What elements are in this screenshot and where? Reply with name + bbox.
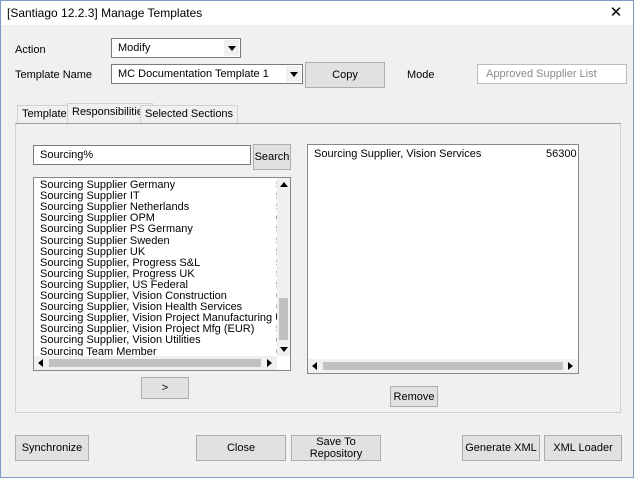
generate-xml-button[interactable]: Generate XML [462,435,540,461]
action-value: Modify [118,42,151,54]
mode-label: Mode [407,69,435,81]
available-list-item[interactable]: Sourcing Supplier, Vision Project Mfg (E… [40,323,285,335]
add-button[interactable]: > [141,377,189,399]
available-list-item[interactable]: Sourcing Supplier Netherlands5( [40,201,286,213]
available-list-item[interactable]: Sourcing Team Member6. [40,346,285,358]
template-name-dropdown[interactable]: MC Documentation Template 1 [111,64,303,84]
selected-list-item[interactable]: Sourcing Supplier, Vision Services 56300 [314,148,577,160]
template-name-label: Template Name [15,69,93,81]
window-title: [Santiago 12.2.3] Manage Templates [7,6,203,20]
scroll-left-icon[interactable] [34,356,47,369]
copy-button[interactable]: Copy [305,62,385,88]
available-list[interactable]: Sourcing Supplier Germany5(Sourcing Supp… [33,177,291,371]
search-input[interactable]: Sourcing% [33,145,251,165]
tab-template[interactable]: Template [17,105,72,124]
action-label: Action [15,44,46,56]
item-id: 56300 [546,148,577,160]
available-list-item[interactable]: Sourcing Supplier, Vision Health Service… [40,301,286,313]
synchronize-button[interactable]: Synchronize [15,435,89,461]
remove-button[interactable]: Remove [390,386,438,407]
mode-field: Approved Supplier List [477,64,627,84]
available-list-item[interactable]: Sourcing Supplier, Progress S&L5; [40,257,285,269]
selected-list-hscrollbar[interactable] [308,359,578,373]
scroll-up-icon[interactable] [277,178,290,191]
scroll-left-icon[interactable] [308,359,321,372]
item-name: Sourcing Supplier, Vision Services [314,148,482,160]
scroll-right-icon[interactable] [263,356,276,369]
available-list-item[interactable]: Sourcing Supplier, Vision Construction6( [40,290,286,302]
save-to-repository-button[interactable]: Save To Repository [291,435,381,461]
scroll-down-icon[interactable] [277,343,290,356]
dropdown-arrow-icon[interactable] [286,66,301,82]
available-list-item[interactable]: Sourcing Supplier PS Germany5: [40,223,285,235]
close-button[interactable]: Close [196,435,286,461]
dropdown-arrow-icon[interactable] [224,40,239,56]
available-list-item[interactable]: Sourcing Supplier UK5( [40,246,286,258]
mode-value: Approved Supplier List [486,68,597,80]
manage-templates-window: [Santiago 12.2.3] Manage Templates ✕ Act… [0,0,634,478]
vscroll-thumb[interactable] [279,298,288,340]
hscroll-thumb[interactable] [323,362,563,370]
search-button[interactable]: Search [253,144,291,170]
available-list-item[interactable]: Sourcing Supplier Germany5( [40,179,286,191]
action-dropdown[interactable]: Modify [111,38,241,58]
available-list-item[interactable]: Sourcing Supplier IT5( [40,190,286,202]
xml-loader-button[interactable]: XML Loader [544,435,622,461]
hscroll-thumb[interactable] [49,359,261,367]
title-bar: [Santiago 12.2.3] Manage Templates ✕ [1,1,633,25]
available-list-item[interactable]: Sourcing Supplier, Vision Project Manufa… [40,312,290,324]
selected-list[interactable]: Sourcing Supplier, Vision Services 56300 [307,144,579,374]
available-list-vscrollbar[interactable] [277,178,290,356]
available-list-item[interactable]: Sourcing Supplier Sweden5( [40,235,286,247]
scroll-right-icon[interactable] [564,359,577,372]
tab-selected-sections[interactable]: Selected Sections [140,105,239,124]
close-window-icon[interactable]: ✕ [605,2,627,24]
available-list-item[interactable]: Sourcing Supplier, US Federal5! [40,279,285,291]
available-list-item[interactable]: Sourcing Supplier OPM6: [40,212,285,224]
template-name-value: MC Documentation Template 1 [118,68,269,80]
available-list-item[interactable]: Sourcing Supplier, Vision Utilities6: [40,334,285,346]
search-value: Sourcing% [40,149,94,161]
available-list-item[interactable]: Sourcing Supplier, Progress UK5( [40,268,286,280]
available-list-hscrollbar[interactable] [34,356,277,370]
